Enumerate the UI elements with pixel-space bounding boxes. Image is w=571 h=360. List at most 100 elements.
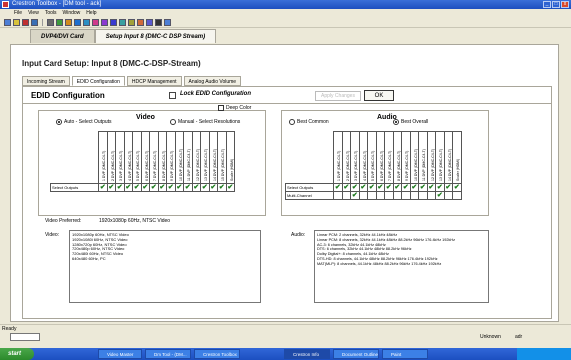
taskbar-item[interactable]: Crestron Toolbox xyxy=(194,349,240,359)
cut-icon[interactable] xyxy=(47,19,54,26)
video-output-check[interactable]: ✔ xyxy=(183,183,193,192)
tab-analog-audio-volume[interactable]: Analog Audio Volume xyxy=(183,76,242,86)
save-icon[interactable] xyxy=(31,19,38,26)
text-console-icon[interactable] xyxy=(92,19,99,26)
manual-select-resolutions-radio[interactable] xyxy=(170,119,176,125)
multi-channel-check[interactable] xyxy=(443,191,453,200)
multi-channel-check[interactable] xyxy=(426,191,436,200)
menu-help[interactable]: Help xyxy=(86,9,96,18)
video-output-check[interactable]: ✔ xyxy=(98,183,108,192)
multi-channel-check[interactable]: ✔ xyxy=(435,191,445,200)
audio-output-check[interactable]: ✔ xyxy=(358,183,368,192)
matrix-corner xyxy=(51,132,99,184)
video-output-check[interactable]: ✔ xyxy=(132,183,142,192)
multi-channel-check[interactable] xyxy=(418,191,428,200)
program-icon[interactable] xyxy=(110,19,117,26)
status-dropdown[interactable] xyxy=(10,333,40,341)
taskbar-item[interactable]: Paint xyxy=(382,349,428,359)
taskbar-item[interactable]: Document Outline xyxy=(333,349,379,359)
multi-channel-check[interactable] xyxy=(384,191,394,200)
start-button[interactable]: start xyxy=(0,348,34,360)
multi-channel-check[interactable] xyxy=(409,191,419,200)
taskbar-item[interactable]: Dm Tool - (DM... xyxy=(145,349,191,359)
paste-icon[interactable] xyxy=(65,19,72,26)
video-output-check[interactable]: ✔ xyxy=(174,183,184,192)
new-icon[interactable] xyxy=(4,19,11,26)
menu-view[interactable]: View xyxy=(28,9,39,18)
video-output-check[interactable]: ✔ xyxy=(106,183,116,192)
video-formats-list[interactable]: 1920x1080p 60Hz, NTSC Video 1920x1080i 6… xyxy=(69,230,261,303)
audio-output-check[interactable]: ✔ xyxy=(375,183,385,192)
tab-incoming-stream[interactable]: Incoming Stream xyxy=(22,76,70,86)
close-button[interactable]: x xyxy=(561,1,569,8)
video-output-check[interactable]: ✔ xyxy=(166,183,176,192)
menu-window[interactable]: Window xyxy=(63,9,81,18)
auto-select-outputs-radio[interactable] xyxy=(56,119,62,125)
doc-tab-setup-input-8[interactable]: Setup Input 8 (DMC-C DSP Stream) xyxy=(94,29,217,43)
help-icon[interactable] xyxy=(164,19,171,26)
video-output-check[interactable]: ✔ xyxy=(149,183,159,192)
audio-output-check[interactable]: ✔ xyxy=(367,183,377,192)
audio-output-check[interactable]: ✔ xyxy=(443,183,453,192)
multi-channel-check[interactable] xyxy=(367,191,377,200)
open-icon[interactable] xyxy=(13,19,20,26)
multi-channel-check[interactable] xyxy=(333,191,343,200)
video-output-check[interactable]: ✔ xyxy=(208,183,218,192)
menu-tools[interactable]: Tools xyxy=(45,9,57,18)
audio-output-check[interactable]: ✔ xyxy=(418,183,428,192)
maximize-button[interactable]: □ xyxy=(552,1,560,8)
deep-color-checkbox[interactable] xyxy=(218,105,224,111)
audio-output-check[interactable]: ✔ xyxy=(452,183,462,192)
video-output-check[interactable]: ✔ xyxy=(123,183,133,192)
multi-channel-check[interactable] xyxy=(358,191,368,200)
audio-output-check[interactable]: ✔ xyxy=(384,183,394,192)
delete-icon[interactable] xyxy=(22,19,29,26)
audio-formats-list[interactable]: Linear PCM: 2 channels, 32kHz 44.1kHz 48… xyxy=(314,230,489,303)
dm-tool-icon[interactable] xyxy=(146,19,153,26)
multi-channel-check[interactable] xyxy=(375,191,385,200)
tab-edid-configuration[interactable]: EDID Configuration xyxy=(71,76,125,86)
doc-tab-dvp4-card[interactable]: DVP4/DVI Card xyxy=(30,29,95,43)
file-manager-icon[interactable] xyxy=(128,19,135,26)
video-preferred-value: 1920x1080p 60Hz, NTSC Video xyxy=(99,218,171,224)
copy-icon[interactable] xyxy=(56,19,63,26)
menu-file[interactable]: File xyxy=(14,9,22,18)
minimize-button[interactable]: _ xyxy=(543,1,551,8)
apply-changes-button[interactable]: Apply Changes xyxy=(315,91,361,101)
email-icon[interactable] xyxy=(155,19,162,26)
audio-output-check[interactable]: ✔ xyxy=(426,183,436,192)
tab-hdcp-management[interactable]: HDCP Management xyxy=(126,76,182,86)
system-info-icon[interactable] xyxy=(101,19,108,26)
video-output-check[interactable]: ✔ xyxy=(140,183,150,192)
video-output-check[interactable]: ✔ xyxy=(217,183,227,192)
video-output-check[interactable]: ✔ xyxy=(191,183,201,192)
audio-output-check[interactable]: ✔ xyxy=(435,183,445,192)
debugger-icon[interactable] xyxy=(119,19,126,26)
display-icon[interactable] xyxy=(137,19,144,26)
video-output-check[interactable]: ✔ xyxy=(157,183,167,192)
window-controls: _ □ x xyxy=(543,1,569,8)
taskbar-item[interactable]: Video Master xyxy=(98,349,142,359)
audio-output-check[interactable]: ✔ xyxy=(350,183,360,192)
audio-output-check[interactable]: ✔ xyxy=(409,183,419,192)
multi-channel-check[interactable] xyxy=(452,191,462,200)
ok-button[interactable]: OK xyxy=(364,90,394,101)
audio-output-check[interactable]: ✔ xyxy=(333,183,343,192)
multi-channel-check[interactable]: ✔ xyxy=(350,191,360,200)
taskbar-item[interactable]: Crestron Info xyxy=(284,349,330,359)
video-column-header: 4 DVP (DMC-C4-T) xyxy=(123,131,133,184)
video-output-check[interactable]: ✔ xyxy=(115,183,125,192)
best-overall-radio[interactable] xyxy=(393,119,399,125)
video-output-check[interactable]: ✔ xyxy=(200,183,210,192)
audio-output-check[interactable]: ✔ xyxy=(401,183,411,192)
multi-channel-check[interactable] xyxy=(401,191,411,200)
network-icon[interactable] xyxy=(74,19,81,26)
audio-output-check[interactable]: ✔ xyxy=(392,183,402,192)
video-output-check[interactable]: ✔ xyxy=(225,183,235,192)
multi-channel-check[interactable] xyxy=(392,191,402,200)
best-common-radio[interactable] xyxy=(289,119,295,125)
address-book-icon[interactable] xyxy=(83,19,90,26)
multi-channel-check[interactable] xyxy=(341,191,351,200)
lock-edid-checkbox[interactable] xyxy=(169,92,176,99)
audio-output-check[interactable]: ✔ xyxy=(341,183,351,192)
